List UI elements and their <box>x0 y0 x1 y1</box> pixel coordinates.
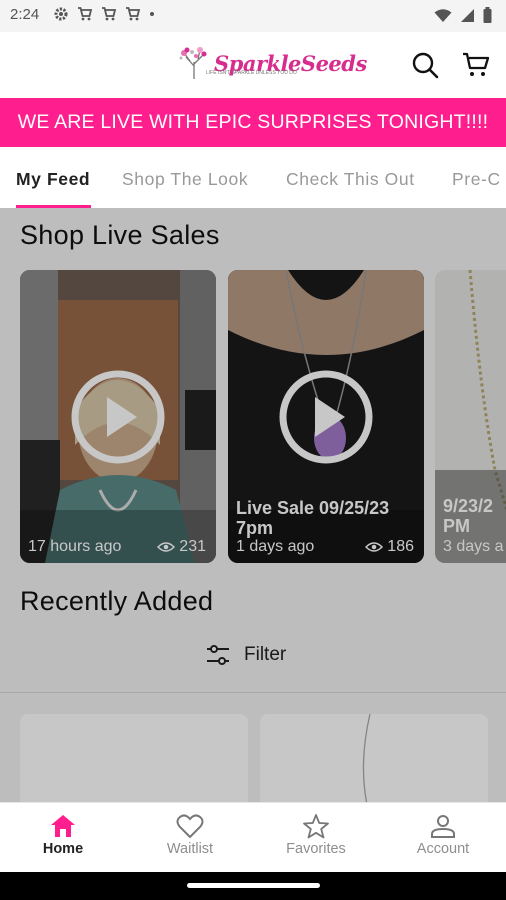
tab-my-feed[interactable]: My Feed <box>16 169 90 190</box>
eye-icon <box>365 542 384 552</box>
bottom-navigation: Home Waitlist Favorites Account <box>0 802 506 873</box>
live-sale-card[interactable]: 9/23/2 PM 3 days a <box>435 270 506 563</box>
filter-button[interactable]: Filter <box>206 644 286 666</box>
product-card[interactable] <box>20 714 248 802</box>
cart-notification-icon <box>102 7 116 21</box>
status-bar: 2:24 <box>0 0 506 32</box>
card-view-count: 231 <box>179 538 206 555</box>
home-indicator[interactable] <box>187 883 320 888</box>
nav-favorites[interactable]: Favorites <box>253 813 379 857</box>
tab-pre-order[interactable]: Pre-C <box>452 169 501 190</box>
nav-waitlist[interactable]: Waitlist <box>127 813 253 857</box>
product-card[interactable] <box>260 714 488 802</box>
person-icon <box>431 815 455 838</box>
cart-notification-icon <box>78 7 92 21</box>
card-view-count: 186 <box>387 538 414 555</box>
product-image <box>362 714 371 802</box>
divider <box>0 692 506 693</box>
brand-logo[interactable]: SparkleSeeds LIFE ISN'T SPARKLE UNLESS Y… <box>178 46 367 80</box>
tab-check-this-out[interactable]: Check This Out <box>286 169 415 190</box>
dot-icon <box>150 12 154 16</box>
home-icon <box>51 815 75 837</box>
battery-icon <box>483 7 492 23</box>
system-navigation-bar <box>0 872 506 900</box>
live-sales-title: Shop Live Sales <box>20 220 220 250</box>
nav-waitlist-label: Waitlist <box>166 841 214 857</box>
card-time-ago: 3 days a <box>443 538 504 555</box>
play-icon <box>279 370 373 463</box>
card-views: 231 <box>157 538 206 556</box>
sliders-icon <box>207 645 229 665</box>
signal-icon <box>461 8 474 22</box>
nav-home-label: Home <box>42 841 84 857</box>
nav-home[interactable]: Home <box>0 813 126 857</box>
promo-banner[interactable]: WE ARE LIVE WITH EPIC SURPRISES TONIGHT!… <box>0 98 506 147</box>
status-notification-icons <box>54 7 155 21</box>
card-views: 186 <box>365 538 414 556</box>
tab-shop-the-look[interactable]: Shop The Look <box>122 169 248 190</box>
filter-label: Filter <box>244 644 287 665</box>
recently-added-title: Recently Added <box>20 586 214 616</box>
status-time: 2:24 <box>10 6 40 23</box>
feed-content[interactable]: Shop Live Sales 17 hours ago 231 Live Sa… <box>0 208 506 802</box>
play-icon <box>71 370 165 463</box>
logo-tagline: LIFE ISN'T SPARKLE UNLESS YOU DO <box>206 70 297 76</box>
card-title: Live Sale 09/25/23 7pm <box>236 498 390 538</box>
wifi-icon <box>434 8 452 22</box>
card-title: 9/23/2 PM <box>443 496 494 536</box>
nav-account[interactable]: Account <box>380 813 506 857</box>
search-icon <box>412 52 439 79</box>
live-sale-card[interactable]: 17 hours ago 231 <box>20 270 216 563</box>
feed-tabs: My Feed Shop The Look Check This Out Pre… <box>0 147 506 209</box>
app-header: SparkleSeeds LIFE ISN'T SPARKLE UNLESS Y… <box>0 32 506 98</box>
live-sale-card[interactable]: Live Sale 09/25/23 7pm 1 days ago 186 <box>228 270 424 563</box>
heart-icon <box>176 814 204 839</box>
star-icon <box>303 814 329 839</box>
status-system-icons <box>434 7 492 23</box>
eye-icon <box>157 542 176 552</box>
nav-account-label: Account <box>416 841 470 857</box>
cart-notification-icon <box>126 7 140 21</box>
nav-favorites-label: Favorites <box>286 841 346 857</box>
cart-button[interactable] <box>461 50 491 80</box>
cart-icon <box>463 52 490 76</box>
search-button[interactable] <box>410 50 440 80</box>
settings-icon <box>54 7 68 21</box>
